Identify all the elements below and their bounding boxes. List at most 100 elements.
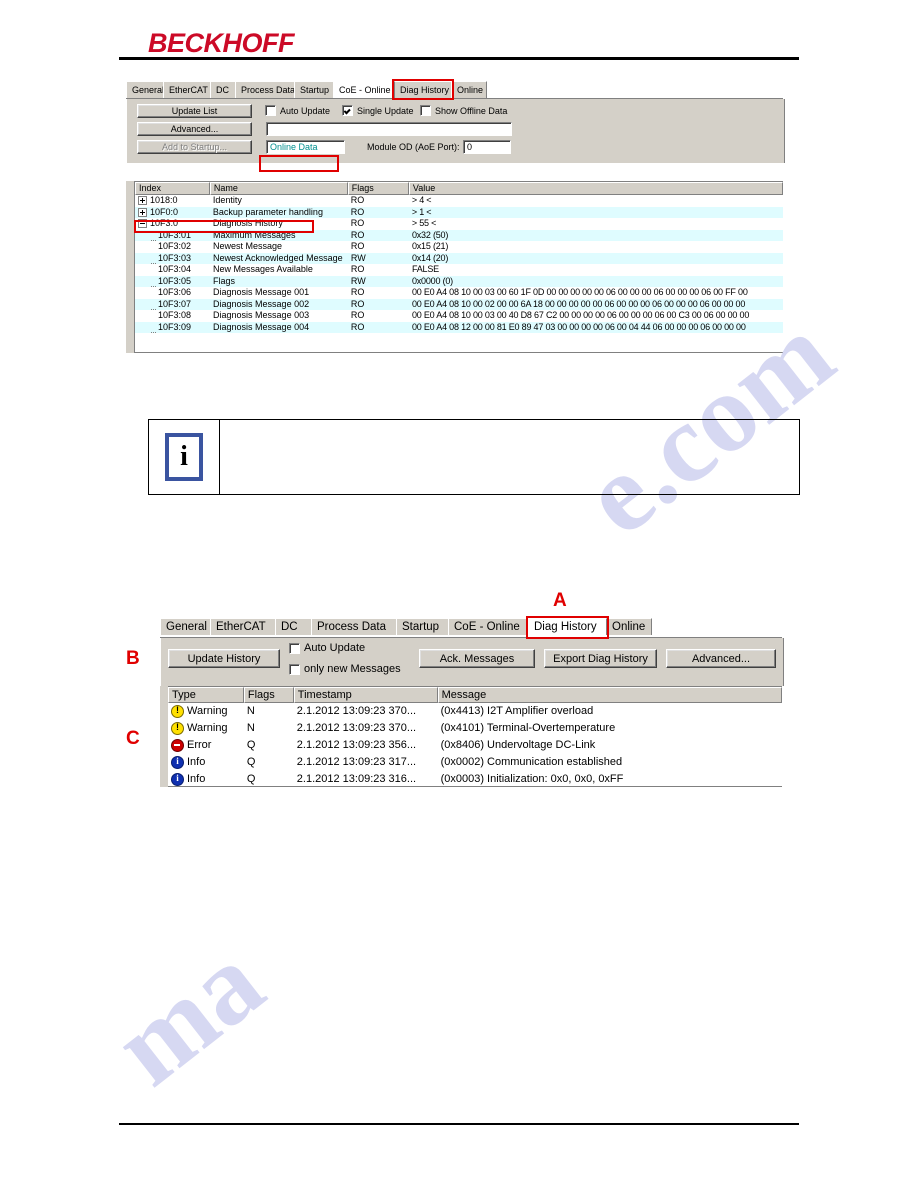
cell-flags: RO xyxy=(350,218,365,229)
diag-tabstrip[interactable]: General EtherCAT DC Process Data Startup CoE … xyxy=(160,618,782,638)
cell-type: Info xyxy=(168,773,244,786)
cell-type: Error xyxy=(168,739,244,752)
single-update-checkbox[interactable]: Single Update xyxy=(342,105,414,116)
cell-index: 10F3:01 xyxy=(135,230,210,241)
cell-message: (0x0003) Initialization: 0x0, 0x0, 0xFF xyxy=(440,774,624,785)
cell-index: 10F3:05 xyxy=(135,276,210,287)
cell-name: Maximum Messages xyxy=(213,229,296,240)
ack-messages-button[interactable]: Ack. Messages xyxy=(419,649,535,668)
table-row[interactable]: Info Q 2.1.2012 13:09:23 316... (0x0003) In… xyxy=(168,771,782,786)
table-row[interactable]: 10F3:03 Newest Acknowledged Message RW 0x14… xyxy=(135,252,783,264)
tab-ethercat[interactable]: EtherCAT xyxy=(163,81,211,98)
coe-grid-header[interactable]: Index Name Flags Value xyxy=(135,182,783,195)
diag-auto-update-checkbox[interactable]: Auto Update xyxy=(289,642,365,654)
diag-message-grid[interactable]: TypeFlagsTimestampMessage Warning N 2.1.201… xyxy=(167,686,782,787)
tab-general[interactable]: General xyxy=(126,81,164,98)
table-row[interactable]: 10F3:09 Diagnosis Message 004 RO 00 E0 A4 0… xyxy=(135,321,783,333)
table-row[interactable]: Warning N 2.1.2012 13:09:23 370... (0x4413)… xyxy=(168,703,782,720)
column-header-flags[interactable]: Flags xyxy=(243,687,294,703)
auto-update-checkbox[interactable]: Auto Update xyxy=(265,105,330,116)
table-row[interactable]: 10F3:06 Diagnosis Message 001 RO 00 E0 A4 0… xyxy=(135,287,783,299)
coe-status-field[interactable] xyxy=(266,122,512,136)
advanced-button[interactable]: Advanced... xyxy=(137,122,252,136)
tab-label: Process Data xyxy=(317,621,387,633)
only-new-messages-checkbox[interactable]: only new Messages xyxy=(289,663,401,675)
cell-index: 10F3:06 xyxy=(135,287,210,299)
table-row[interactable]: 10F0:0 Backup parameter handling RO > 1 < xyxy=(135,206,783,218)
tab-label: General xyxy=(166,621,207,633)
table-row[interactable]: 10F3:08 Diagnosis Message 003 RO 00 E0 A4 0… xyxy=(135,310,783,322)
tab-process-data[interactable]: Process Data xyxy=(235,81,295,98)
column-header-value[interactable]: Value xyxy=(408,182,783,195)
tab-online[interactable]: Online xyxy=(606,618,652,635)
table-row[interactable]: 10F3:07 Diagnosis Message 002 RO 00 E0 A4 0… xyxy=(135,298,783,310)
diag-grid-header[interactable]: Type Flags Timestamp Message xyxy=(168,687,782,703)
cell-index: 10F3:08 xyxy=(135,310,210,322)
index-text: 10F3:01 xyxy=(158,229,192,240)
show-offline-data-label: Show Offline Data xyxy=(435,105,508,116)
export-diag-history-button[interactable]: Export Diag History xyxy=(544,649,657,668)
diag-auto-update-label: Auto Update xyxy=(304,642,366,654)
collapse-icon[interactable] xyxy=(138,219,147,229)
table-row[interactable]: 10F3:01 Maximum Messages RO 0x32 (50) xyxy=(135,229,783,241)
cell-flags: RO xyxy=(350,206,365,217)
coe-object-grid[interactable]: Index Name Flags Value 1018:0 Identity RO > 4 <… xyxy=(134,181,783,353)
single-update-checkbox-box[interactable] xyxy=(342,105,353,116)
cell-flags: Q xyxy=(246,740,256,751)
info-icon xyxy=(171,773,184,786)
table-row[interactable]: 10F3:04 New Messages Available RO FALSE xyxy=(135,264,783,276)
tab-dc[interactable]: DC xyxy=(210,81,236,98)
tab-coe-online[interactable]: CoE - Online xyxy=(448,618,529,635)
tab-diag-history[interactable]: Diag History xyxy=(394,81,452,98)
cell-name: Backup parameter handling xyxy=(212,206,323,217)
expand-icon[interactable] xyxy=(138,196,147,206)
tab-ethercat[interactable]: EtherCAT xyxy=(210,618,276,635)
index-text: 10F3:07 xyxy=(158,298,192,309)
cell-message: (0x4101) Terminal-Overtemperature xyxy=(440,723,616,734)
only-new-messages-checkbox-box[interactable] xyxy=(289,663,300,675)
column-header-message[interactable]: Message xyxy=(437,687,782,703)
tab-online[interactable]: Online xyxy=(451,81,487,98)
table-row[interactable]: 10F3:05 Flags RW 0x0000 (0) xyxy=(135,275,783,287)
diag-advanced-button[interactable]: Advanced... xyxy=(666,649,776,668)
cell-name: Newest Message xyxy=(213,241,283,252)
tab-label: Startup xyxy=(300,85,330,95)
diag-auto-update-checkbox-box[interactable] xyxy=(289,642,300,654)
auto-update-checkbox-box[interactable] xyxy=(265,105,276,116)
coe-left-gutter xyxy=(125,181,134,353)
cell-value: 00 E0 A4 08 10 00 02 00 00 6A 18 00 00 0… xyxy=(411,298,746,309)
table-row[interactable]: Warning N 2.1.2012 13:09:23 370... (0x4101)… xyxy=(168,720,782,737)
update-history-button[interactable]: Update History xyxy=(168,649,280,668)
online-data-field[interactable]: Online Data xyxy=(266,140,345,154)
tab-label: Online xyxy=(612,621,646,633)
update-list-button[interactable]: Update List xyxy=(137,104,252,118)
add-to-startup-button[interactable]: Add to Startup... xyxy=(137,140,252,154)
column-header-name[interactable]: Name xyxy=(209,182,348,195)
column-header-flags[interactable]: Flags xyxy=(347,182,409,195)
cell-message: (0x8406) Undervoltage DC-Link xyxy=(440,740,596,751)
tab-process-data[interactable]: Process Data xyxy=(311,618,397,635)
table-row[interactable]: Info Q 2.1.2012 13:09:23 317... (0x0002) Co… xyxy=(168,754,782,771)
show-offline-data-checkbox-box[interactable] xyxy=(420,105,431,116)
tab-dc[interactable]: DC xyxy=(275,618,312,635)
tab-startup[interactable]: Startup xyxy=(396,618,449,635)
cell-flags: RO xyxy=(350,241,365,252)
tab-diag-history[interactable]: Diag History xyxy=(528,618,607,635)
module-od-input[interactable]: 0 xyxy=(463,140,511,154)
column-header-index[interactable]: Index xyxy=(135,182,210,195)
tab-coe-online[interactable]: CoE - Online xyxy=(333,81,395,98)
cell-index: 10F3:04 xyxy=(135,264,210,276)
show-offline-data-checkbox[interactable]: Show Offline Data xyxy=(420,105,507,116)
coe-tabstrip[interactable]: General EtherCAT DC Process Data Startup CoE … xyxy=(126,81,783,99)
tab-general[interactable]: General xyxy=(160,618,211,635)
cell-timestamp: 2.1.2012 13:09:23 370... xyxy=(296,723,417,734)
table-row[interactable]: 10F3:0 Diagnosis History RO > 55 < xyxy=(135,218,783,230)
tab-startup[interactable]: Startup xyxy=(294,81,334,98)
table-row[interactable]: 1018:0 Identity RO > 4 < xyxy=(135,195,783,207)
column-header-type[interactable]: Type xyxy=(168,687,244,703)
table-row[interactable]: 10F3:02 Newest Message RO 0x15 (21) xyxy=(135,241,783,253)
expand-icon[interactable] xyxy=(138,207,147,217)
cell-type: Warning xyxy=(168,705,244,718)
table-row[interactable]: Error Q 2.1.2012 13:09:23 356... (0x8406) U… xyxy=(168,737,782,754)
column-header-timestamp[interactable]: Timestamp xyxy=(293,687,438,703)
